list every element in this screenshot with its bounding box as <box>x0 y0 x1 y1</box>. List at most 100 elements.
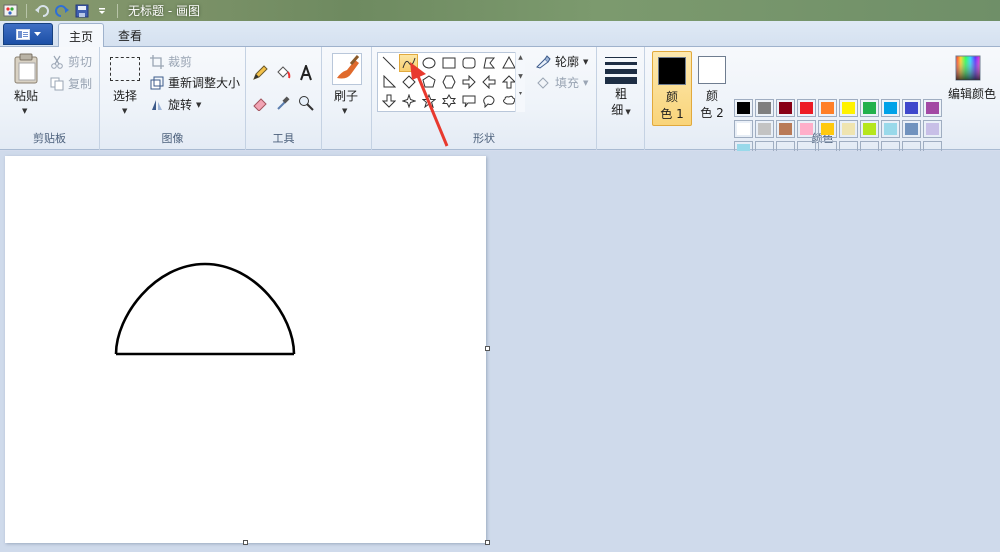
tab-view[interactable]: 查看 <box>108 23 152 47</box>
edit-colors-icon[interactable] <box>955 55 981 81</box>
palette-swatch-color <box>737 102 750 114</box>
drawing-canvas[interactable] <box>5 156 486 543</box>
magnifier-icon[interactable] <box>296 93 316 113</box>
tools-group: 工具 <box>246 47 322 150</box>
text-tool-icon[interactable] <box>296 63 316 83</box>
palette-swatch[interactable] <box>776 120 795 138</box>
palette-swatch[interactable] <box>755 120 774 138</box>
paint-menu-button[interactable] <box>3 23 53 45</box>
undo-icon[interactable] <box>33 2 51 19</box>
select-button[interactable]: 选择 <box>106 89 144 104</box>
cut-label: 剪切 <box>68 55 93 69</box>
fill-label: 填充 <box>555 76 580 90</box>
right-triangle-shape-icon[interactable] <box>379 73 398 91</box>
outline-button[interactable]: 轮廓 ▼ <box>535 53 588 70</box>
quick-access-toolbar <box>0 0 122 21</box>
size-button[interactable]: 细 ▼ <box>605 103 637 120</box>
paint-app-icon[interactable] <box>2 2 20 19</box>
palette-swatch[interactable] <box>839 120 858 138</box>
palette-swatch[interactable] <box>797 120 816 138</box>
outline-brush-icon <box>536 54 551 69</box>
outline-dropdown-icon[interactable]: ▼ <box>583 58 588 66</box>
palette-swatch[interactable] <box>923 99 942 117</box>
edit-colors-button[interactable]: 编辑颜色 <box>944 87 1000 102</box>
size-label-1[interactable]: 粗 <box>605 87 637 102</box>
title-bar: 无标题 - 画图 <box>0 0 1000 21</box>
resize-icon <box>150 76 164 89</box>
semicircle-drawing <box>114 262 296 356</box>
color-2-button[interactable]: 颜 色 2 <box>692 51 732 126</box>
palette-swatch[interactable] <box>902 99 921 117</box>
rounded-rectangle-shape-icon[interactable] <box>459 54 478 72</box>
palette-swatch-color <box>737 123 750 135</box>
line-size-icon[interactable] <box>605 57 637 84</box>
brushes-dropdown-icon[interactable]: ▼ <box>342 107 347 115</box>
rotate-icon <box>152 99 162 110</box>
scissors-icon <box>51 55 63 69</box>
eraser-icon[interactable] <box>250 93 270 113</box>
gallery-expand-icon[interactable]: ▾ <box>516 90 525 97</box>
palette-swatch-color <box>863 123 876 135</box>
palette-swatch[interactable] <box>902 120 921 138</box>
fill-dropdown-icon[interactable]: ▼ <box>583 79 588 87</box>
palette-swatch[interactable] <box>755 99 774 117</box>
color-1-swatch <box>658 57 686 85</box>
copy-icon <box>50 77 64 90</box>
redo-icon[interactable] <box>53 2 71 19</box>
pencil-icon[interactable] <box>250 63 270 83</box>
palette-swatch-color <box>779 102 792 114</box>
line-shape-icon[interactable] <box>379 54 398 72</box>
right-arrow-shape-icon[interactable] <box>459 73 478 91</box>
brushes-group: 刷子 ▼ <box>322 47 372 150</box>
paste-icon[interactable] <box>12 53 40 85</box>
scroll-up-icon[interactable]: ▲ <box>516 54 525 61</box>
scroll-down-icon[interactable]: ▼ <box>516 73 525 80</box>
palette-swatch[interactable] <box>776 99 795 117</box>
color-1-button[interactable]: 颜 色 1 <box>652 51 692 126</box>
color-1-label-2: 色 1 <box>660 107 684 121</box>
customize-qat-icon[interactable] <box>93 2 111 19</box>
palette-swatch[interactable] <box>734 120 753 138</box>
palette-swatch[interactable] <box>881 120 900 138</box>
rotate-button[interactable]: 旋转 ▼ <box>150 96 201 113</box>
oval-callout-shape-icon[interactable] <box>479 92 498 110</box>
tab-home[interactable]: 主页 <box>58 23 105 48</box>
polygon-shape-icon[interactable] <box>479 54 498 72</box>
brush-icon[interactable] <box>332 53 362 85</box>
palette-swatch[interactable] <box>881 99 900 117</box>
palette-swatch[interactable] <box>818 99 837 117</box>
palette-swatch[interactable] <box>818 120 837 138</box>
palette-swatch[interactable] <box>797 99 816 117</box>
resize-handle-bottom[interactable] <box>243 540 248 545</box>
resize-handle-right[interactable] <box>485 346 490 351</box>
copy-button[interactable]: 复制 <box>50 75 92 92</box>
fill-bucket-icon[interactable] <box>273 63 293 83</box>
crop-icon <box>150 54 164 69</box>
select-dropdown-icon[interactable]: ▼ <box>122 107 127 115</box>
rotate-dropdown-icon[interactable]: ▼ <box>196 101 201 109</box>
save-icon[interactable] <box>73 2 91 19</box>
ribbon: 粘贴 ▼ 剪切 复制 剪贴板 选择 ▼ 裁剪 重新调整大小 旋转 ▼ 图像 工具… <box>0 47 1000 159</box>
color-picker-icon[interactable] <box>273 93 293 113</box>
fill-button[interactable]: 填充 ▼ <box>535 74 588 91</box>
palette-swatch[interactable] <box>860 120 879 138</box>
brushes-button[interactable]: 刷子 <box>326 89 366 104</box>
resize-button[interactable]: 重新调整大小 <box>150 74 240 91</box>
palette-swatch-color <box>926 102 939 114</box>
palette-swatch[interactable] <box>923 120 942 138</box>
crop-button[interactable]: 裁剪 <box>150 53 192 70</box>
size-dropdown-icon: ▼ <box>623 108 631 116</box>
left-arrow-shape-icon[interactable] <box>479 73 498 91</box>
down-arrow-shape-icon[interactable] <box>379 92 398 110</box>
paste-dropdown-icon[interactable]: ▼ <box>22 107 27 115</box>
palette-swatch[interactable] <box>734 99 753 117</box>
cut-button[interactable]: 剪切 <box>50 53 92 70</box>
rect-callout-shape-icon[interactable] <box>459 92 478 110</box>
select-icon[interactable] <box>110 57 140 81</box>
paste-button[interactable]: 粘贴 <box>8 89 44 104</box>
resize-handle-corner[interactable] <box>485 540 490 545</box>
shapes-gallery-scrollbar[interactable]: ▲ ▼ ▾ <box>515 52 525 112</box>
palette-swatch[interactable] <box>839 99 858 117</box>
chevron-down-icon <box>33 31 41 36</box>
palette-swatch[interactable] <box>860 99 879 117</box>
